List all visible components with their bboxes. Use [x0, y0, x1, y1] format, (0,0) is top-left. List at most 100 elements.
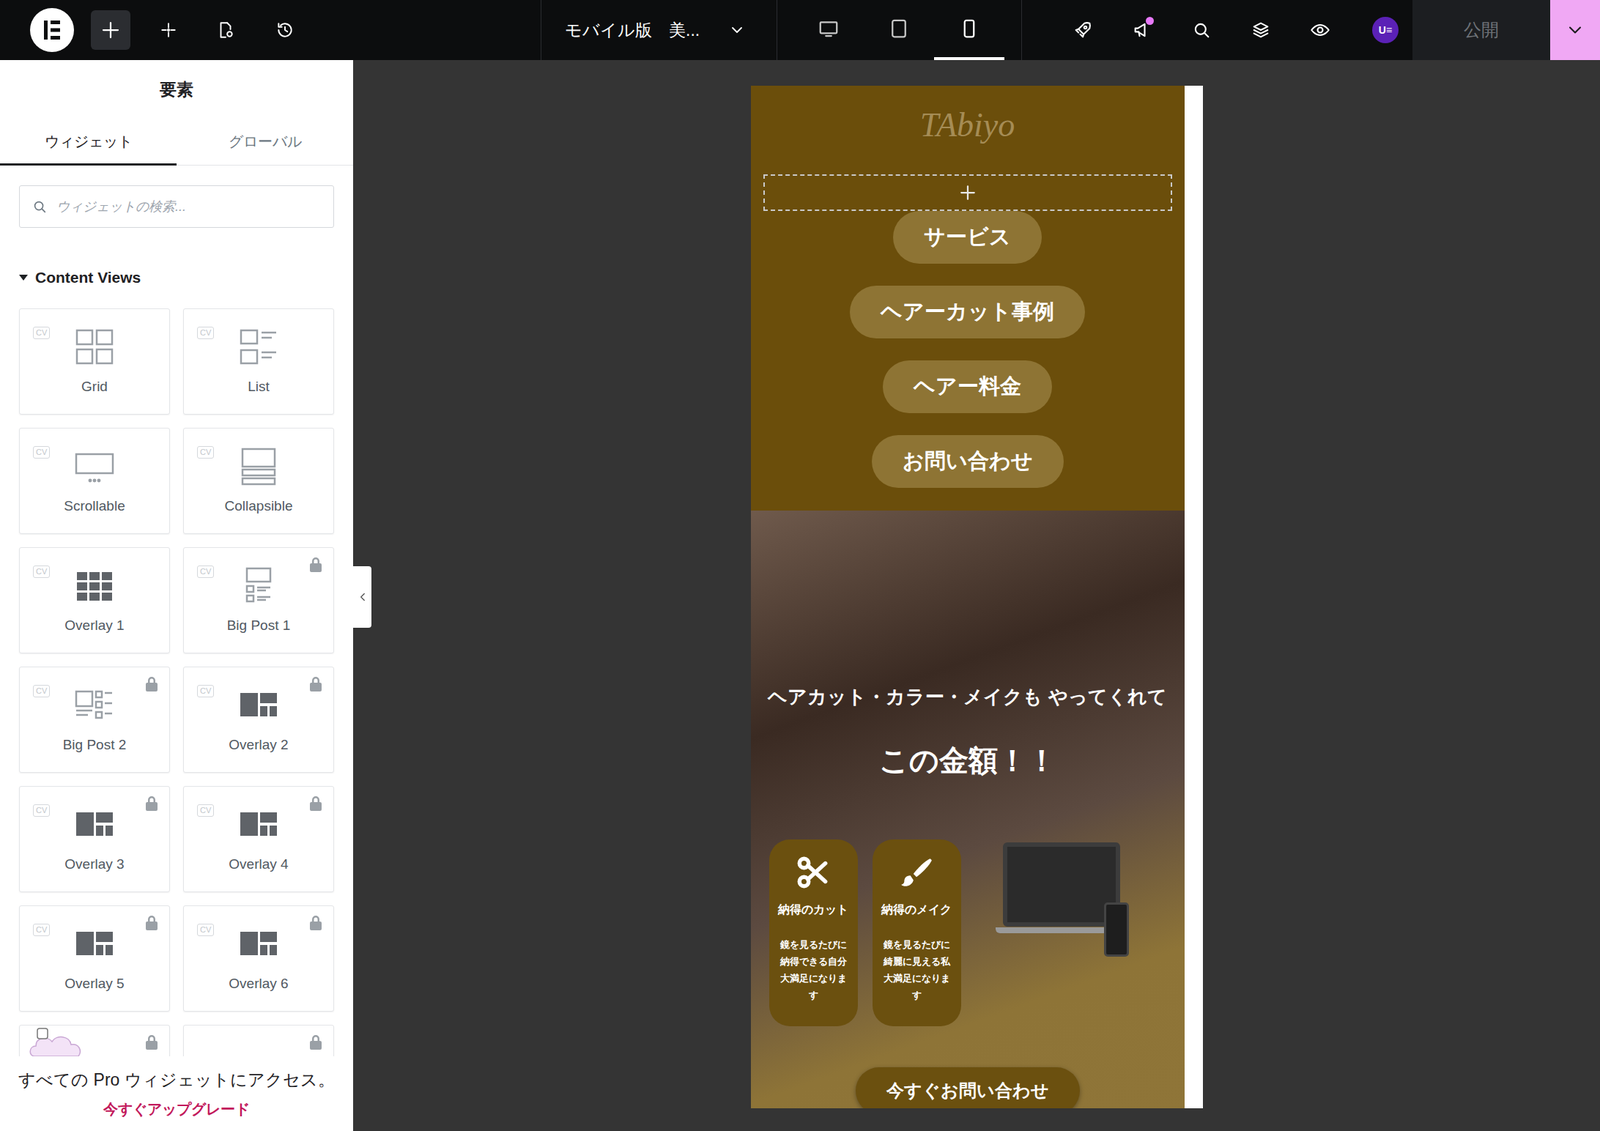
- widget-label: Big Post 2: [63, 734, 127, 757]
- widget-card[interactable]: CV List: [183, 308, 335, 415]
- widget-card[interactable]: CVGrid: [19, 308, 170, 415]
- panel-tab[interactable]: グローバル: [176, 118, 354, 166]
- section-header[interactable]: Content Views: [19, 264, 335, 291]
- rocket-icon[interactable]: [1052, 15, 1113, 45]
- lock-icon: [308, 1034, 324, 1051]
- widget-label: Scrollable: [63, 495, 125, 518]
- widget-card[interactable]: CVOverlay 5: [19, 905, 170, 1012]
- caret-icon: [19, 274, 28, 281]
- menu-button[interactable]: ヘアー料金: [882, 360, 1053, 414]
- site-logo[interactable]: TAbiyo: [920, 106, 1015, 145]
- preview-scrollbar: [1184, 85, 1203, 1109]
- widget-card[interactable]: CV Big Post 1: [183, 547, 335, 654]
- search-field[interactable]: [19, 185, 335, 228]
- tab-label: グローバル: [228, 130, 302, 153]
- list-layout-icon: [238, 326, 280, 368]
- hero-photo-section: ヘアカット・カラー・メイクも やってくれてこの金額！！納得のカット鏡を見るたびに…: [750, 510, 1185, 1109]
- elementor-logo-icon[interactable]: [30, 8, 74, 53]
- history-icon[interactable]: [270, 15, 300, 45]
- search-icon[interactable]: [1171, 15, 1231, 45]
- cv-badge: CV: [197, 565, 214, 579]
- cv-badge: CV: [197, 684, 214, 698]
- widget-label: Overlay 1: [64, 615, 124, 637]
- tiles-layout-icon: [73, 565, 116, 607]
- publish-label: 公開: [1463, 16, 1499, 44]
- blocks-layout-icon: [73, 923, 116, 965]
- menu-label: ヘアーカット事例: [880, 295, 1055, 329]
- cv-badge: CV: [32, 326, 50, 340]
- feature-card: 納得のメイク鏡を見るたびに綺麗に見える私大満足になります: [872, 839, 962, 1027]
- feature-text: 鏡を見るたびに綺麗に見える私大満足になります: [879, 936, 954, 1004]
- layers-icon[interactable]: [1230, 15, 1291, 45]
- widget-label: Collapsible: [224, 495, 294, 518]
- eye-icon[interactable]: [1290, 15, 1350, 45]
- widget-label: Big Post 1: [227, 615, 291, 637]
- lock-icon: [308, 556, 324, 573]
- hero-line-1: ヘアカット・カラー・メイクも やってくれて: [767, 684, 1167, 709]
- widget-label: Overlay 4: [228, 854, 288, 876]
- widget-card[interactable]: CV Overlay 2: [183, 666, 335, 773]
- title-text[interactable]: モバイル版 美...: [564, 17, 700, 44]
- cv-badge: CV: [197, 326, 214, 340]
- menu-button[interactable]: お問い合わせ: [871, 435, 1064, 488]
- chevron-down-icon[interactable]: [728, 21, 746, 39]
- publish-options-chevron-icon[interactable]: [1550, 0, 1600, 61]
- lock-icon: [144, 915, 159, 932]
- menu-button[interactable]: ヘアーカット事例: [849, 285, 1085, 339]
- page-settings-icon[interactable]: [210, 15, 241, 45]
- feature-title: 納得のカット: [778, 901, 849, 919]
- lock-icon: [308, 795, 324, 812]
- widget-card[interactable]: CV Overlay 1: [19, 547, 170, 654]
- devices-image: [995, 842, 1139, 986]
- add-plus-icon[interactable]: [90, 10, 131, 50]
- widgets-panel: 要素ウィジェットグローバルContent ViewsCVGridCVListCV…: [0, 60, 354, 1131]
- publish-button[interactable]: 公開: [1412, 0, 1551, 61]
- cta-label: 今すぐお問い合わせ: [886, 1077, 1050, 1105]
- bigpost-layout-icon: [238, 565, 280, 607]
- document-title[interactable]: モバイル版 美...: [564, 17, 729, 44]
- lock-icon: [144, 795, 159, 812]
- widget-label: Overlay 2: [228, 734, 288, 757]
- notification-dot: [1145, 16, 1154, 25]
- menu-button[interactable]: サービス: [893, 210, 1042, 264]
- cv-badge: CV: [32, 565, 50, 579]
- grid-layout-icon: [73, 326, 116, 368]
- cloud-illustration-icon: [27, 1027, 116, 1060]
- search-input[interactable]: [56, 197, 322, 217]
- widget-card[interactable]: CVOverlay 3: [19, 786, 170, 893]
- tablet-device-icon[interactable]: [863, 0, 935, 61]
- panel-tab[interactable]: ウィジェット: [0, 118, 177, 166]
- widget-card[interactable]: CVScrollable: [19, 427, 170, 535]
- pro-upgrade-banner: すべての Pro ウィジェットにアクセス。今すぐアップグレード: [0, 1056, 354, 1131]
- menu-label: ヘアー料金: [913, 370, 1022, 403]
- site-header: TAbiyo サービスヘアーカット事例ヘアー料金お問い合わせ: [750, 85, 1185, 511]
- add-section-plus-icon[interactable]: [763, 174, 1173, 211]
- scrollable-layout-icon: [73, 446, 116, 488]
- widget-card[interactable]: CVBig Post 2: [19, 666, 170, 773]
- widget-card[interactable]: CVOverlay 6: [183, 905, 335, 1012]
- mobile-device-icon[interactable]: [934, 0, 1005, 61]
- lock-icon: [308, 676, 324, 693]
- brush-icon: [898, 854, 935, 891]
- desktop-device-icon[interactable]: [793, 0, 864, 61]
- hero-line-2: この金額！！: [879, 742, 1057, 779]
- megaphone-icon[interactable]: [1112, 15, 1172, 45]
- widget-card[interactable]: CVCollapsible: [183, 427, 335, 535]
- feature-card: 納得のカット鏡を見るたびに納得できる自分大満足になります: [769, 839, 858, 1027]
- panel-header: 要素: [0, 60, 354, 119]
- upgrade-link[interactable]: 今すぐアップグレード: [103, 1098, 250, 1121]
- lock-icon: [144, 676, 159, 693]
- avatar[interactable]: U≡: [1372, 16, 1399, 44]
- scissors-icon: [794, 854, 832, 891]
- ai-sparkle-icon[interactable]: [153, 15, 184, 45]
- widget-label: List: [247, 376, 270, 398]
- editor-main: 要素ウィジェットグローバルContent ViewsCVGridCVListCV…: [0, 60, 1600, 1131]
- widget-label: Overlay 5: [64, 973, 124, 995]
- bigpost2-layout-icon: [73, 684, 116, 727]
- contact-button[interactable]: 今すぐお問い合わせ: [855, 1067, 1080, 1109]
- widget-label: Overlay 3: [64, 854, 124, 876]
- collapse-panel-icon[interactable]: [353, 566, 372, 628]
- phone-block: [1104, 902, 1129, 957]
- widget-card[interactable]: CVOverlay 4: [183, 786, 335, 893]
- feature-row: 納得のカット鏡を見るたびに納得できる自分大満足になります納得のメイク鏡を見るたび…: [750, 839, 1185, 1027]
